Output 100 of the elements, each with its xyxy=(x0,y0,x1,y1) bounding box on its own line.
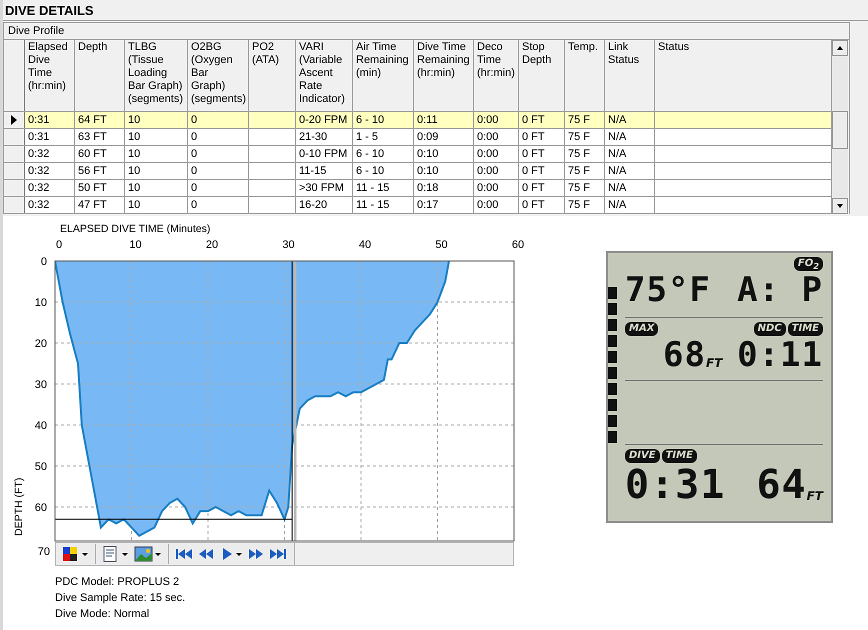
table-cell: 0:10 xyxy=(417,148,438,160)
lcd-label: NDC xyxy=(754,322,786,336)
table-cell: 0 FT xyxy=(522,199,545,211)
lcd-label: TIME xyxy=(662,449,697,463)
table-cell: 56 FT xyxy=(78,165,107,177)
table-cell: 10 xyxy=(128,131,140,143)
gas-reading: A: P xyxy=(737,271,823,309)
table-cell: 0:00 xyxy=(477,114,498,126)
x-tick-label: 30 xyxy=(282,239,295,251)
info-text: Dive Sample Rate: 15 sec. xyxy=(55,591,186,606)
y-tick-label: 20 xyxy=(34,338,47,350)
table-cell: 6 - 10 xyxy=(356,165,384,177)
table-cell: 1 - 5 xyxy=(356,131,378,143)
table-cell: N/A xyxy=(608,131,626,143)
table-cell: 75 F xyxy=(568,165,590,177)
lcd-label: TIME xyxy=(788,322,823,336)
table-cell: 0 FT xyxy=(522,165,545,177)
unit-label: FT xyxy=(806,489,823,503)
table-cell: 75 F xyxy=(568,114,590,126)
info-text: Dive Mode: Normal xyxy=(55,607,150,622)
table-cell: 0:32 xyxy=(28,148,50,160)
depth-reading: 64 xyxy=(756,463,807,507)
table-cell: 0:32 xyxy=(28,165,50,177)
table-cell: 0:09 xyxy=(417,131,438,143)
table-cell: 0:17 xyxy=(417,199,438,211)
table-cell: 0:00 xyxy=(477,199,498,211)
table-cell: 0 xyxy=(191,114,198,126)
y-axis-title: DEPTH (FT) xyxy=(13,478,25,536)
table-cell: 0:11 xyxy=(417,114,438,126)
table-cell: 75 F xyxy=(568,182,590,194)
x-tick-label: 10 xyxy=(129,239,142,251)
table-cell: N/A xyxy=(608,182,626,194)
table-cell: 10 xyxy=(128,165,140,177)
table-cell: 0:00 xyxy=(477,182,498,194)
table-cell: 11-15 xyxy=(299,165,326,177)
x-tick-label: 50 xyxy=(435,239,448,251)
x-tick-label: 60 xyxy=(512,239,524,251)
table-cell: 60 FT xyxy=(78,148,107,160)
table-cell: 75 F xyxy=(568,131,590,143)
lcd-label: DIVE xyxy=(625,449,660,463)
table-cell: 0 FT xyxy=(522,148,545,160)
y-tick-label: 60 xyxy=(34,502,47,514)
section-title: DIVE DETAILS xyxy=(3,0,868,21)
table-cell: 6 - 10 xyxy=(356,114,384,126)
table-cell: 10 xyxy=(128,199,140,211)
table-cell: 0:32 xyxy=(28,182,50,194)
table-cell: 0:00 xyxy=(477,131,498,143)
table-cell: 0:18 xyxy=(417,182,438,194)
x-tick-label: 20 xyxy=(206,239,218,251)
table-cell: 0 FT xyxy=(522,182,545,194)
table-cell: 0:00 xyxy=(477,165,498,177)
ndc-time-reading: 0:11 xyxy=(737,336,823,374)
table-cell: 63 FT xyxy=(78,131,107,143)
lcd-label: FO$_{2}$ xyxy=(794,257,823,271)
table-cell: 10 xyxy=(128,114,140,126)
table-cell: 0-20 FPM xyxy=(299,114,348,126)
table-cell: N/A xyxy=(608,199,626,211)
table-cell: 0 FT xyxy=(522,131,545,143)
y-tick-label: 0 xyxy=(40,256,47,268)
table-cell: N/A xyxy=(608,114,626,126)
table-cell: 11 - 15 xyxy=(356,199,390,211)
table-cell: 75 F xyxy=(568,199,590,211)
table-cell: 0-10 FPM xyxy=(299,148,348,160)
x-tick-label: 0 xyxy=(56,239,62,251)
table-cell: 0:32 xyxy=(28,199,50,211)
table-cell: 0 FT xyxy=(522,114,545,126)
temperature-reading: 75°F xyxy=(625,271,711,309)
table-cell: N/A xyxy=(608,148,626,160)
table-cell: 0:00 xyxy=(477,148,498,160)
table-cell: 64 FT xyxy=(78,114,107,126)
table-cell: 50 FT xyxy=(78,182,107,194)
y-tick-label: 30 xyxy=(34,379,47,391)
table-cell: 75 F xyxy=(568,148,590,160)
table-cell: 21-30 xyxy=(299,131,328,143)
table-cell: N/A xyxy=(608,165,626,177)
y-tick-label: 10 xyxy=(34,297,47,309)
table-cell: 0:31 xyxy=(28,131,50,143)
table-cell: 11 - 15 xyxy=(356,182,390,194)
y-tick-label: 70 xyxy=(38,546,50,558)
y-tick-label: 40 xyxy=(34,420,47,432)
table-cell: 0 xyxy=(191,165,198,177)
x-tick-label: 40 xyxy=(358,239,372,251)
lcd-label: MAX xyxy=(625,322,658,336)
dive-time-reading: 0:31 xyxy=(625,463,726,507)
table-cell: 10 xyxy=(128,182,140,194)
table-cell: 0 xyxy=(191,199,198,211)
y-tick-label: 50 xyxy=(34,461,47,473)
table-cell: 10 xyxy=(128,148,140,160)
x-axis-title: ELAPSED DIVE TIME (Minutes) xyxy=(60,223,210,235)
table-cell: 0 xyxy=(191,131,198,143)
table-cell: 16-20 xyxy=(299,199,328,211)
table-cell: >30 FPM xyxy=(299,182,344,194)
table-cell: 0:31 xyxy=(28,114,50,126)
info-text: PDC Model: PROPLUS 2 xyxy=(55,575,180,590)
table-cell: 6 - 10 xyxy=(356,148,384,160)
table-cell: 47 FT xyxy=(78,199,107,211)
table-cell: 0 xyxy=(191,148,198,160)
max-depth-reading: 68 xyxy=(663,336,706,374)
unit-label: FT xyxy=(706,356,722,370)
table-cell: 0:10 xyxy=(417,165,438,177)
